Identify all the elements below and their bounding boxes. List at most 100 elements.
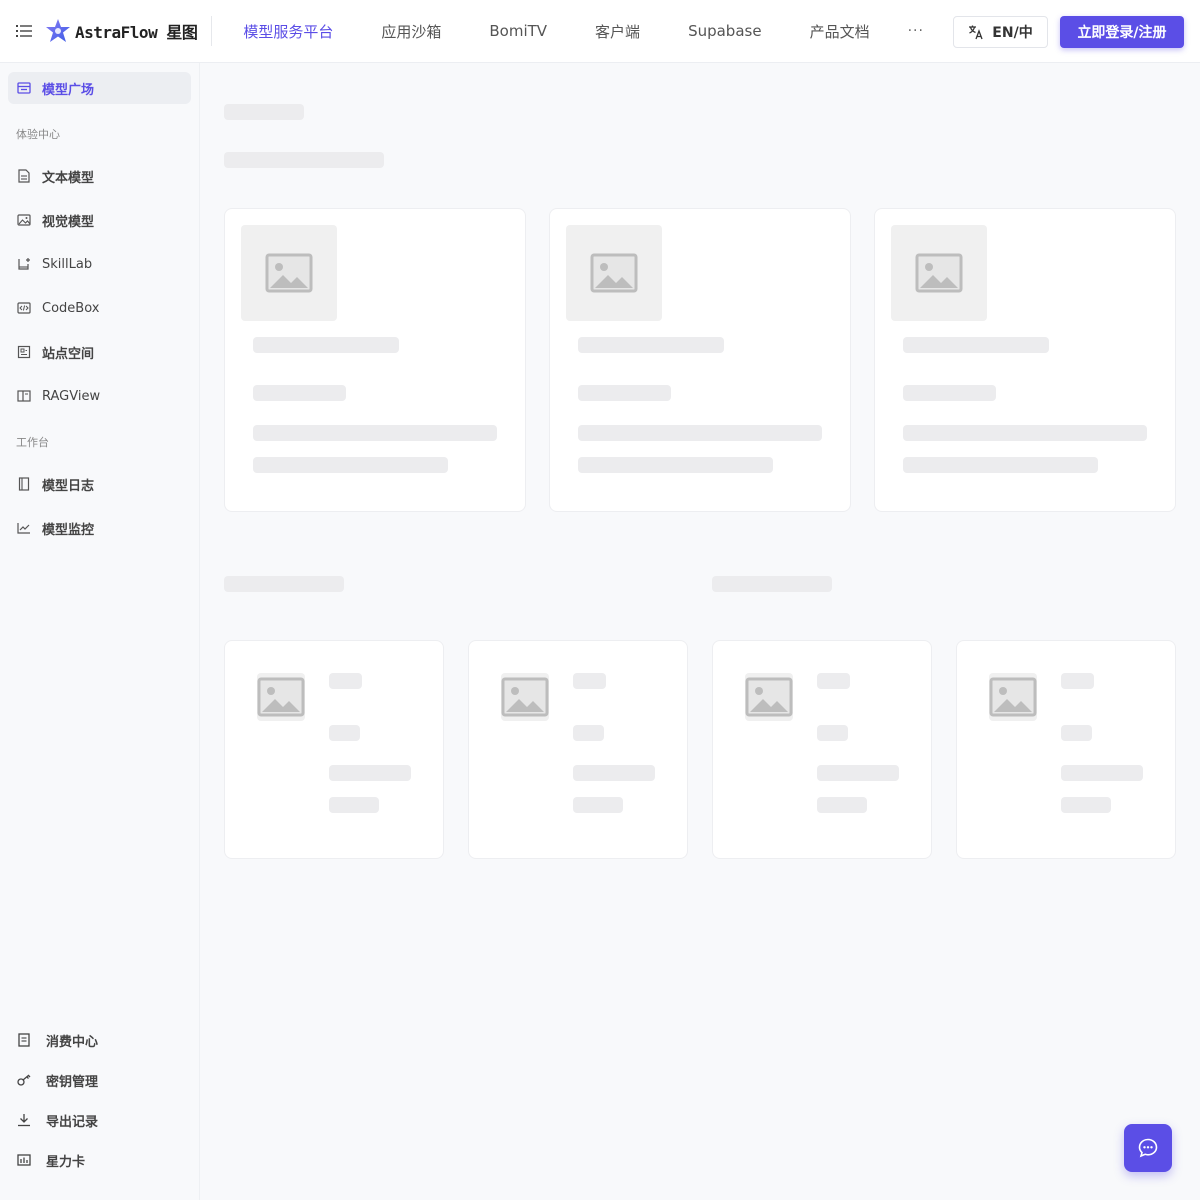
skeleton-section-title — [224, 576, 344, 592]
skeleton-line — [817, 765, 899, 781]
skeleton-card — [224, 208, 526, 512]
image-placeholder-icon — [501, 673, 549, 721]
skeleton-line — [573, 673, 606, 689]
skeleton-line — [578, 337, 724, 353]
layout-panel-icon — [16, 388, 32, 404]
skeleton-card — [549, 208, 851, 512]
sidebar-item-vision-model[interactable]: 视觉模型 — [8, 204, 191, 236]
skeleton-section-title — [712, 576, 832, 592]
skeleton-line — [578, 457, 773, 473]
skeleton-line — [253, 385, 346, 401]
nav-item-supabase[interactable]: Supabase — [688, 22, 762, 40]
skeleton-card — [224, 640, 444, 859]
sidebar-item-label: 文本模型 — [42, 170, 95, 186]
sidebar-item-label: SkillLab — [42, 256, 93, 272]
brand-name: AstraFlow 星图 — [75, 23, 198, 42]
sidebar-item-key-management[interactable]: 密钥管理 — [8, 1064, 191, 1096]
sidebar-item-label: 模型监控 — [42, 522, 95, 538]
image-placeholder-icon — [745, 673, 793, 721]
top-bar: AstraFlow 星图 模型服务平台 应用沙箱 BomiTV 客户端 Supa… — [0, 0, 1200, 63]
skeleton-line — [573, 725, 604, 741]
sidebar-item-star-card[interactable]: 星力卡 — [8, 1144, 191, 1176]
sidebar-item-label: 站点空间 — [42, 346, 95, 362]
skeleton-line — [329, 765, 411, 781]
chat-support-button[interactable] — [1124, 1124, 1172, 1172]
skeleton-line — [253, 337, 399, 353]
skeleton-card — [468, 640, 688, 859]
skeleton-line — [1061, 765, 1143, 781]
nav-item-docs[interactable]: 产品文档 — [810, 21, 870, 42]
image-placeholder-icon — [989, 673, 1037, 721]
skeleton-line — [817, 797, 867, 813]
sidebar-group-experience: 体验中心 — [16, 128, 60, 141]
sidebar-item-label: CodeBox — [42, 300, 100, 316]
language-toggle-button[interactable]: EN/中 — [953, 16, 1048, 48]
nav-more-icon[interactable]: ··· — [908, 23, 924, 39]
top-nav: 模型服务平台 应用沙箱 BomiTV 客户端 Supabase 产品文档 ··· — [243, 0, 924, 63]
star-logo-icon — [46, 19, 70, 42]
skeleton-line — [903, 457, 1098, 473]
skeleton-line — [329, 673, 362, 689]
skeleton-line — [253, 425, 497, 441]
code-icon — [16, 300, 32, 316]
sidebar-item-text-model[interactable]: 文本模型 — [8, 160, 191, 192]
skeleton-line — [903, 337, 1049, 353]
sidebar-item-label: 消费中心 — [46, 1034, 99, 1050]
menu-list-icon[interactable] — [12, 19, 36, 43]
key-icon — [16, 1072, 32, 1088]
sidebar-group-workbench: 工作台 — [16, 436, 49, 449]
skeleton-line — [1061, 797, 1111, 813]
brand-logo-link[interactable]: AstraFlow 星图 — [45, 18, 198, 44]
sidebar-item-label: 导出记录 — [46, 1114, 99, 1130]
skeleton-card — [956, 640, 1176, 859]
nav-item-client[interactable]: 客户端 — [595, 21, 640, 42]
translate-icon — [969, 25, 983, 40]
sidebar-item-ragview[interactable]: RAGView — [8, 380, 191, 412]
sidebar-item-skilllab[interactable]: SkillLab — [8, 248, 191, 280]
login-register-button[interactable]: 立即登录/注册 — [1060, 16, 1184, 48]
image-placeholder-icon — [566, 225, 662, 321]
sidebar-item-label: 视觉模型 — [42, 214, 95, 230]
sidebar-item-site-space[interactable]: 站点空间 — [8, 336, 191, 368]
site-icon — [16, 344, 32, 360]
skeleton-line — [817, 725, 848, 741]
sidebar-item-label: RAGView — [42, 388, 101, 404]
sidebar-item-model-monitor[interactable]: 模型监控 — [8, 512, 191, 544]
nav-item-model-service[interactable]: 模型服务平台 — [243, 21, 333, 42]
language-label: EN/中 — [992, 25, 1033, 41]
sidebar: 模型广场 体验中心 文本模型 视觉模型 SkillLab CodeBox 站点空… — [0, 63, 200, 1200]
image-icon — [16, 212, 32, 228]
skeleton-line — [253, 457, 448, 473]
sidebar-item-codebox[interactable]: CodeBox — [8, 292, 191, 324]
download-icon — [16, 1112, 32, 1128]
skeleton-line — [329, 725, 360, 741]
sidebar-item-model-log[interactable]: 模型日志 — [8, 468, 191, 500]
sidebar-item-consumption-center[interactable]: 消费中心 — [8, 1024, 191, 1056]
skeleton-title — [224, 104, 304, 120]
sidebar-item-label: 星力卡 — [46, 1154, 86, 1170]
skeleton-line — [903, 385, 996, 401]
skeleton-subtitle — [224, 152, 384, 168]
sidebar-item-export-records[interactable]: 导出记录 — [8, 1104, 191, 1136]
receipt-icon — [16, 1032, 32, 1048]
sidebar-item-label: 密钥管理 — [46, 1074, 99, 1090]
sidebar-item-label: 模型日志 — [42, 478, 95, 494]
skeleton-card — [712, 640, 932, 859]
brand-divider — [211, 16, 213, 46]
nav-item-bomitv[interactable]: BomiTV — [489, 22, 547, 40]
skeleton-line — [329, 797, 379, 813]
skeleton-line — [573, 797, 623, 813]
skill-book-icon — [16, 256, 32, 272]
skeleton-line — [1061, 673, 1094, 689]
skeleton-line — [578, 425, 822, 441]
line-chart-icon — [16, 520, 32, 536]
image-placeholder-icon — [891, 225, 987, 321]
image-placeholder-icon — [241, 225, 337, 321]
skeleton-line — [817, 673, 850, 689]
sidebar-item-label: 模型广场 — [42, 82, 95, 98]
sidebar-item-model-plaza[interactable]: 模型广场 — [8, 72, 191, 104]
nav-item-app-sandbox[interactable]: 应用沙箱 — [381, 21, 441, 42]
skeleton-line — [903, 425, 1147, 441]
image-placeholder-icon — [257, 673, 305, 721]
store-icon — [16, 80, 32, 96]
